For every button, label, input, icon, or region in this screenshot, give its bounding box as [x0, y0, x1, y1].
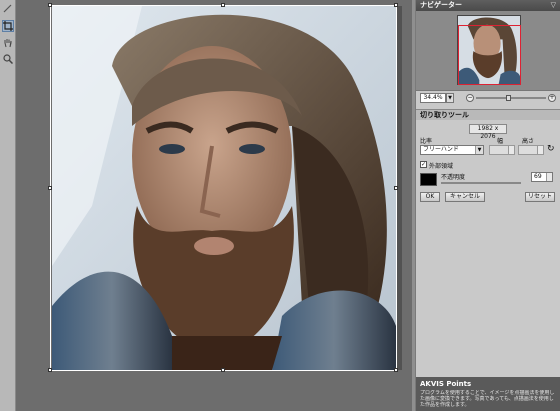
width-spinner[interactable]: [508, 146, 514, 154]
navigator-header: ナビゲーター ▽: [416, 0, 560, 11]
crop-handle-left[interactable]: [48, 186, 52, 190]
info-panel: AKVIS Points プログラムを使用することで、イメージを点描画法を使用し…: [416, 377, 560, 411]
reset-button[interactable]: リセット: [525, 192, 555, 202]
cancel-button[interactable]: キャンセル: [445, 192, 485, 202]
crop-handle-bottom-left[interactable]: [48, 368, 52, 372]
app-window: ナビゲーター ▽ 34.4% ▼ − + 切り取りツール 1982 x 2076…: [0, 0, 560, 411]
crop-handle-top-right[interactable]: [394, 3, 398, 7]
crop-handle-bottom[interactable]: [221, 368, 225, 372]
crop-frame[interactable]: [50, 5, 397, 371]
outer-area-settings: 不透明度 69: [416, 171, 560, 187]
right-panel: ナビゲーター ▽ 34.4% ▼ − + 切り取りツール 1982 x 2076…: [415, 0, 560, 411]
width-input[interactable]: [489, 145, 515, 155]
navigator-preview[interactable]: [416, 11, 560, 91]
ok-button[interactable]: OK: [420, 192, 440, 202]
crop-handle-right[interactable]: [394, 186, 398, 190]
outer-area-checkbox[interactable]: ✓: [420, 161, 427, 168]
zoom-slider[interactable]: [476, 95, 546, 101]
zoom-controls: 34.4% ▼ − +: [416, 91, 560, 105]
zoom-tool-button[interactable]: [2, 53, 14, 65]
navigator-view-frame[interactable]: [458, 25, 521, 85]
left-toolbar: [0, 0, 16, 411]
hand-tool-button[interactable]: [2, 37, 14, 49]
zoom-slider-thumb[interactable]: [506, 95, 511, 101]
zoom-input[interactable]: 34.4%: [420, 93, 446, 103]
crop-handle-bottom-right[interactable]: [394, 368, 398, 372]
ratio-select[interactable]: フリーハンド ▼: [420, 145, 484, 155]
height-input[interactable]: [518, 145, 544, 155]
opacity-value: 69: [534, 173, 542, 180]
crop-fields: フリーハンド ▼ ↻: [416, 144, 560, 156]
opacity-spinner[interactable]: [546, 173, 552, 181]
info-title: AKVIS Points: [420, 380, 472, 388]
ratio-select-value: フリーハンド: [423, 146, 459, 153]
height-spinner[interactable]: [537, 146, 543, 154]
zoom-dropdown-button[interactable]: ▼: [446, 93, 454, 103]
crop-tool-button[interactable]: [2, 20, 14, 32]
zoom-icon: [3, 54, 13, 64]
collapse-icon[interactable]: ▽: [551, 0, 556, 11]
crop-field-labels: 比率 幅 高さ: [416, 136, 560, 145]
hand-icon: [4, 39, 12, 48]
navigator-title: ナビゲーター: [420, 1, 462, 9]
opacity-slider[interactable]: [441, 182, 521, 184]
image-size-readout: 1982 x 2076: [469, 124, 507, 140]
zoom-in-button[interactable]: +: [548, 94, 556, 102]
crop-handle-top[interactable]: [221, 3, 225, 7]
crop-buttons: OK キャンセル リセット: [416, 191, 560, 205]
rotate-icon[interactable]: ↻: [547, 144, 557, 154]
outer-area-row: ✓ 外部領域: [416, 160, 560, 170]
image-canvas[interactable]: [16, 0, 412, 411]
crop-handle-top-left[interactable]: [48, 3, 52, 7]
outer-area-label: 外部領域: [429, 163, 454, 170]
crop-icon: [3, 21, 13, 31]
outer-color-swatch[interactable]: [420, 173, 437, 186]
crop-tool-header: 切り取りツール: [416, 109, 560, 120]
info-text: プログラムを使用することで、イメージを点描画法を使用した画像に変換できます。写真…: [420, 390, 555, 408]
chevron-down-icon: ▼: [475, 146, 483, 154]
toolbar-grip-icon: [2, 3, 14, 15]
opacity-input[interactable]: 69: [531, 172, 553, 182]
opacity-label: 不透明度: [441, 174, 466, 181]
zoom-out-button[interactable]: −: [466, 94, 474, 102]
